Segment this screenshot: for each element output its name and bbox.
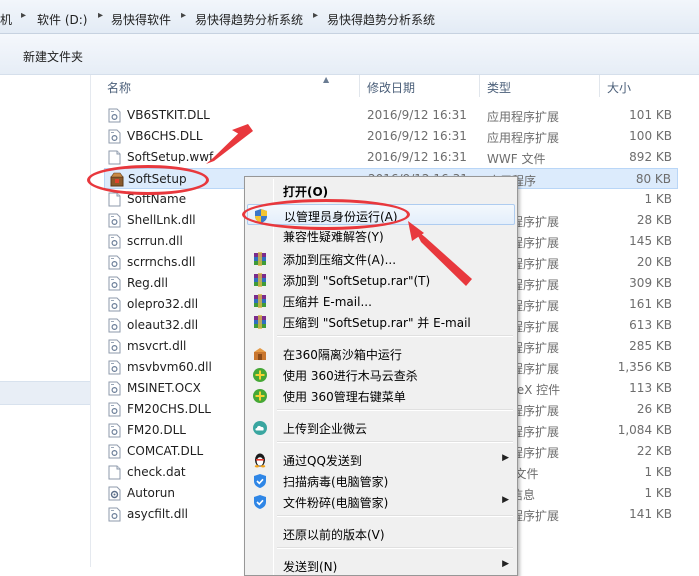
annotation-arrow-icon	[414, 228, 472, 286]
annotation-arrows	[206, 124, 472, 286]
